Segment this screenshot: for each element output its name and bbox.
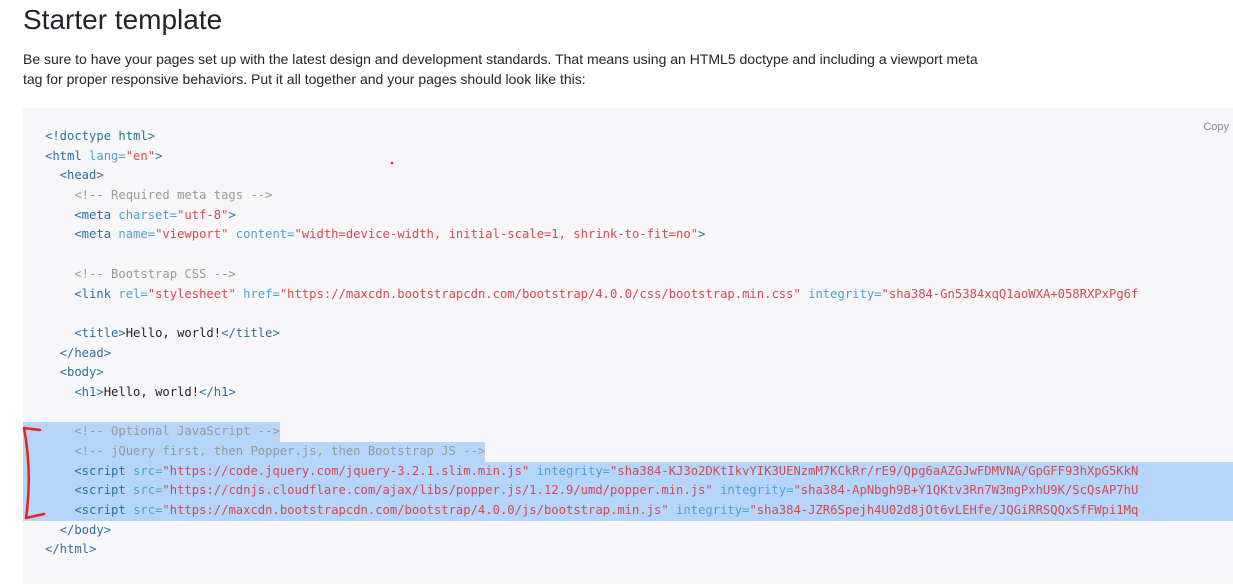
code-line: <html lang="en">: [23, 147, 1233, 167]
code-token: integrity=: [800, 286, 882, 301]
code-token: <!-- jQuery first, then Popper.js, then …: [45, 444, 486, 459]
code-line: <meta name="viewport" content="width=dev…: [23, 225, 1233, 245]
code-token: integrity=: [529, 463, 611, 478]
code-line: <!-- jQuery first, then Popper.js, then …: [23, 442, 486, 462]
code-token: src=: [133, 463, 163, 478]
code-line: <title>Hello, world!</title>: [23, 324, 1233, 344]
code-line: <!doctype html>: [23, 127, 1233, 147]
code-token: <!doctype html>: [45, 129, 156, 143]
code-line: <!-- Bootstrap CSS -->: [23, 265, 1233, 285]
code-token: "utf-8": [177, 207, 229, 222]
code-token: <script: [45, 503, 134, 518]
code-token: <h1>: [45, 384, 104, 399]
code-token: <!-- Optional JavaScript -->: [45, 424, 280, 439]
code-token: >: [698, 227, 706, 242]
code-token: </body>: [45, 522, 112, 537]
code-token: integrity=: [668, 503, 750, 518]
code-token: <meta: [45, 207, 119, 222]
code-line: </head>: [23, 344, 1233, 364]
code-line: <script src="https://maxcdn.bootstrapcdn…: [23, 501, 1233, 521]
code-token: </head>: [45, 345, 112, 360]
code-token: "sha384-Gn5384xqQ1aoWXA+058RXPxPg6f: [881, 286, 1139, 301]
code-token: "https://maxcdn.bootstrapcdn.com/bootstr…: [279, 286, 801, 301]
code-line: <meta charset="utf-8">: [23, 206, 1233, 226]
code-token: lang=: [89, 148, 126, 163]
code-token: <title>: [45, 325, 126, 340]
code-token: name=: [118, 227, 156, 242]
code-token: <!-- Bootstrap CSS -->: [45, 266, 236, 281]
code-line: <link rel="stylesheet" href="https://max…: [23, 285, 1233, 305]
code-token: <meta: [45, 227, 119, 242]
code-token: href=: [235, 286, 280, 301]
code-line: </html>: [23, 540, 1233, 560]
code-token: <head>: [45, 168, 104, 183]
code-token: charset=: [118, 207, 178, 222]
code-block[interactable]: <!doctype html> <html lang="en"> <head> <…: [23, 127, 1233, 560]
code-line: <head>: [23, 166, 1233, 186]
code-token: "width=device-width, initial-scale=1, sh…: [294, 227, 699, 242]
code-token: >: [155, 148, 163, 163]
code-line: <body>: [23, 363, 1233, 383]
code-token: "https://code.jquery.com/jquery-3.2.1.sl…: [162, 463, 530, 478]
code-token: </html>: [45, 542, 97, 557]
code-token: "sha384-KJ3o2DKtIkvYIK3UENzmM7KCkRr/rE9/…: [610, 463, 1139, 478]
code-line: </body>: [23, 521, 1233, 541]
code-token: Hello, world!: [125, 325, 222, 340]
code-token: Hello, world!: [103, 384, 200, 399]
code-token: src=: [133, 483, 163, 498]
code-token: </title>: [221, 325, 280, 340]
code-line: <script src="https://code.jquery.com/jqu…: [23, 461, 1233, 482]
code-token: <script: [45, 463, 134, 478]
code-token: src=: [133, 503, 163, 518]
intro-paragraph: Be sure to have your pages set up with t…: [23, 51, 978, 87]
code-line: <script src="https://cdnjs.cloudflare.co…: [23, 481, 1233, 502]
code-token: </h1>: [199, 384, 236, 399]
code-token: integrity=: [712, 483, 794, 498]
code-token: "en": [125, 148, 156, 163]
code-token: "https://cdnjs.cloudflare.com/ajax/libs/…: [162, 483, 713, 498]
page-title: Starter template: [23, 4, 223, 35]
code-token: <!-- Required meta tags -->: [45, 188, 273, 203]
code-token: "sha384-JZR6Spejh4U02d8jOt6vLEHfe/JQGiRR…: [749, 503, 1139, 518]
code-token: >: [228, 207, 236, 222]
code-line: <h1>Hello, world!</h1>: [23, 383, 1233, 403]
code-line: <!-- Optional JavaScript -->: [23, 422, 280, 442]
code-token: content=: [228, 227, 295, 242]
code-line: <!-- Required meta tags -->: [23, 186, 1233, 206]
code-token: <script: [45, 483, 134, 498]
code-token: <body>: [45, 365, 104, 380]
code-token: "viewport": [155, 227, 229, 242]
code-token: <link: [45, 286, 119, 301]
code-example-panel: Copy <!doctype html> <html lang="en"> <he…: [23, 108, 1233, 584]
code-token: "https://maxcdn.bootstrapcdn.com/bootstr…: [162, 503, 669, 518]
code-token: "stylesheet": [147, 286, 236, 301]
code-token: <html: [45, 148, 90, 163]
code-token: rel=: [118, 286, 148, 301]
code-token: "sha384-ApNbgh9B+Y1QKtv3Rn7W3mgPxhU9K/Sc…: [793, 483, 1139, 498]
